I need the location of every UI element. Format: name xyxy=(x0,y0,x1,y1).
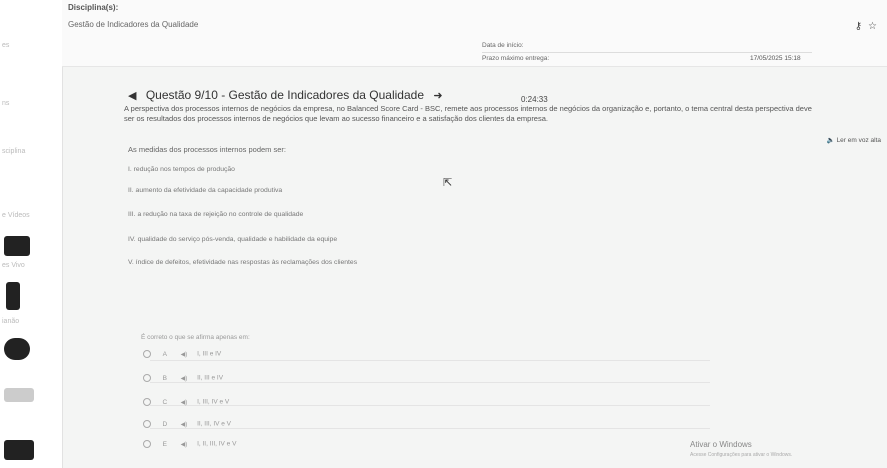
list-item: V. índice de defeitos, efetividade nas r… xyxy=(128,259,358,266)
mouse-cursor-icon: ⇱ xyxy=(443,177,453,189)
prazo-label: Prazo máximo entrega: xyxy=(482,55,550,62)
speaker-icon[interactable]: ◀) xyxy=(181,421,188,428)
question-prompt: As medidas dos processos internos podem … xyxy=(128,145,286,154)
option-letter: E xyxy=(162,440,167,448)
speaker-icon[interactable]: ◀) xyxy=(181,441,188,448)
option-letter: C xyxy=(162,398,168,406)
option-c[interactable]: C ◀) I, III, IV e V xyxy=(143,398,683,410)
option-b[interactable]: B ◀) II, III e IV xyxy=(143,374,683,386)
disciplina-name: Gestão de Indicadores da Qualidade xyxy=(68,20,199,29)
radio-button[interactable] xyxy=(143,350,151,358)
speaker-icon: 🔈 xyxy=(826,137,835,144)
sidebar: es ns sciplina e Vídeos es Vivo ianão xyxy=(0,0,63,468)
question-text: A perspectiva dos processos internos de … xyxy=(124,104,812,123)
list-item: I. redução nos tempos de produção xyxy=(128,166,235,173)
read-aloud-label: Ler em voz alta xyxy=(836,137,881,144)
prazo-value: 17/05/2025 15:18 xyxy=(750,55,801,62)
tablet-icon[interactable] xyxy=(6,282,20,310)
radio-button[interactable] xyxy=(143,374,151,382)
list-item: IV. qualidade do serviço pós-venda, qual… xyxy=(128,236,338,243)
sidebar-item-label[interactable]: ns xyxy=(2,100,9,107)
option-letter: A xyxy=(162,350,167,358)
message-icon[interactable] xyxy=(4,388,34,402)
option-a[interactable]: A ◀) I, III e IV xyxy=(143,350,683,362)
windows-activation-subtext: Acesse Configurações para ativar o Windo… xyxy=(690,452,793,458)
mail-icon[interactable] xyxy=(4,440,34,460)
option-text: II, III e IV xyxy=(197,374,224,382)
option-letter: D xyxy=(162,420,168,428)
sidebar-item-label[interactable]: sciplina xyxy=(2,148,25,155)
sidebar-item-label[interactable]: es xyxy=(2,42,9,49)
sidebar-item-label[interactable]: ianão xyxy=(2,318,19,325)
question-title: Questão 9/10 - Gestão de Indicadores da … xyxy=(145,88,424,102)
chat-icon[interactable] xyxy=(4,338,30,360)
question-title-row: ◀ Questão 9/10 - Gestão de Indicadores d… xyxy=(122,88,449,102)
option-d[interactable]: D ◀) II, III, IV e V xyxy=(143,420,683,432)
arrow-right-icon[interactable]: ➜ xyxy=(433,90,442,102)
header-icons: ⚷ ☆ xyxy=(849,21,877,32)
list-item: II. aumento da efetividade da capacidade… xyxy=(128,187,283,194)
radio-button[interactable] xyxy=(143,420,151,428)
timer: 0:24:33 xyxy=(521,95,548,104)
windows-activation-text: Ativar o Windows xyxy=(690,440,752,449)
option-text: I, III e IV xyxy=(197,350,222,358)
option-letter: B xyxy=(162,374,167,382)
option-text: I, III, IV e V xyxy=(197,398,230,406)
inicio-label: Data de início: xyxy=(482,42,524,49)
radio-button[interactable] xyxy=(143,398,151,406)
read-aloud-button[interactable]: 🔈 Ler em voz alta xyxy=(827,136,881,144)
speaker-icon[interactable]: ◀) xyxy=(181,399,188,406)
disciplina-label: Disciplina(s): xyxy=(68,3,119,12)
date-box: Data de início: Prazo máximo entrega: 17… xyxy=(480,38,820,68)
list-item: III. a redução na taxa de rejeição no co… xyxy=(128,211,304,218)
option-e[interactable]: E ◀) I, II, III, IV e V xyxy=(143,440,683,452)
arrow-left-icon[interactable]: ◀ xyxy=(128,90,136,102)
option-text: I, II, III, IV e V xyxy=(197,440,237,448)
sidebar-item-label[interactable]: e Vídeos xyxy=(2,212,30,219)
radio-button[interactable] xyxy=(143,440,151,448)
prazo-row: Prazo máximo entrega: 17/05/2025 15:18 xyxy=(482,52,812,65)
key-icon[interactable]: ⚷ xyxy=(855,21,862,32)
speaker-icon[interactable]: ◀) xyxy=(181,375,188,382)
speaker-icon[interactable]: ◀) xyxy=(181,351,188,358)
star-icon[interactable]: ☆ xyxy=(868,21,877,32)
option-text: II, III, IV e V xyxy=(197,420,232,428)
video-icon[interactable] xyxy=(4,236,30,256)
question-ask: É correto o que se afirma apenas em: xyxy=(141,334,250,341)
sidebar-item-label[interactable]: es Vivo xyxy=(2,262,25,269)
